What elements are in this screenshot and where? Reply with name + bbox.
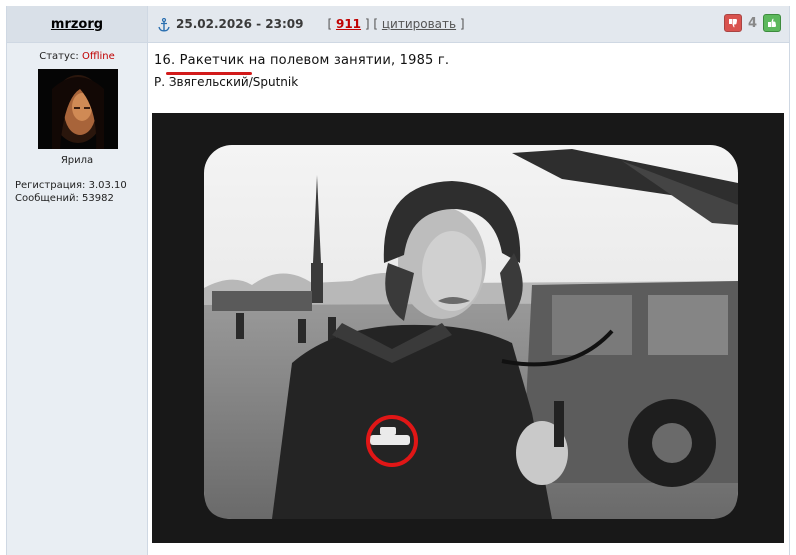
post-content: 16. Ракетчик на полевом занятии, 1985 г.… xyxy=(148,43,789,555)
status-label: Статус: xyxy=(39,51,79,62)
registration-date: Регистрация: 3.03.10 xyxy=(15,180,127,191)
photo-caption: 16. Ракетчик на полевом занятии, 1985 г. xyxy=(154,53,449,68)
bracket: ] [ xyxy=(364,17,379,31)
user-stats: Регистрация: 3.03.10 Сообщений: 53982 xyxy=(15,179,127,205)
caption-number: 16. xyxy=(154,53,176,68)
post-number-link[interactable]: 911 xyxy=(336,17,361,31)
author-name-link[interactable]: mrzorg xyxy=(51,17,103,32)
post-header-info: 25.02.2026 - 23:09 [ 911 ] [ цитировать … xyxy=(148,6,789,42)
post-meta: [ 911 ] [ цитировать ] xyxy=(327,17,464,31)
forum-post: mrzorg 25.02.2026 - 23:09 [ 911 ] [ цити… xyxy=(6,6,790,555)
quote-link[interactable]: цитировать xyxy=(382,17,456,31)
caption-highlight: Ракетчик xyxy=(179,53,245,68)
photo-credit: Р. Звягельский/Sputnik xyxy=(154,75,299,89)
thumb-up-icon[interactable] xyxy=(763,14,781,32)
anchor-icon[interactable] xyxy=(158,17,170,32)
post-date: 25.02.2026 - 23:09 xyxy=(176,17,304,31)
avatar[interactable] xyxy=(38,69,118,149)
thumb-down-icon[interactable] xyxy=(723,14,742,32)
post-header: mrzorg 25.02.2026 - 23:09 [ 911 ] [ цити… xyxy=(7,6,789,43)
bracket: [ xyxy=(327,17,333,31)
user-title: Ярила xyxy=(60,155,94,166)
author-cell: mrzorg xyxy=(7,6,148,42)
user-sidebar: Статус: Offline Ярила Регистрация: 3.03.… xyxy=(7,43,148,555)
rating-widget: 4 xyxy=(723,14,781,32)
bracket: ] xyxy=(459,17,465,31)
user-status: Статус: Offline xyxy=(7,51,147,62)
caption-text: на полевом занятии, 1985 г. xyxy=(248,53,450,68)
message-count: Сообщений: 53982 xyxy=(15,193,114,204)
status-value: Offline xyxy=(81,51,115,62)
rating-count: 4 xyxy=(747,15,757,31)
post-photo[interactable] xyxy=(152,113,784,543)
